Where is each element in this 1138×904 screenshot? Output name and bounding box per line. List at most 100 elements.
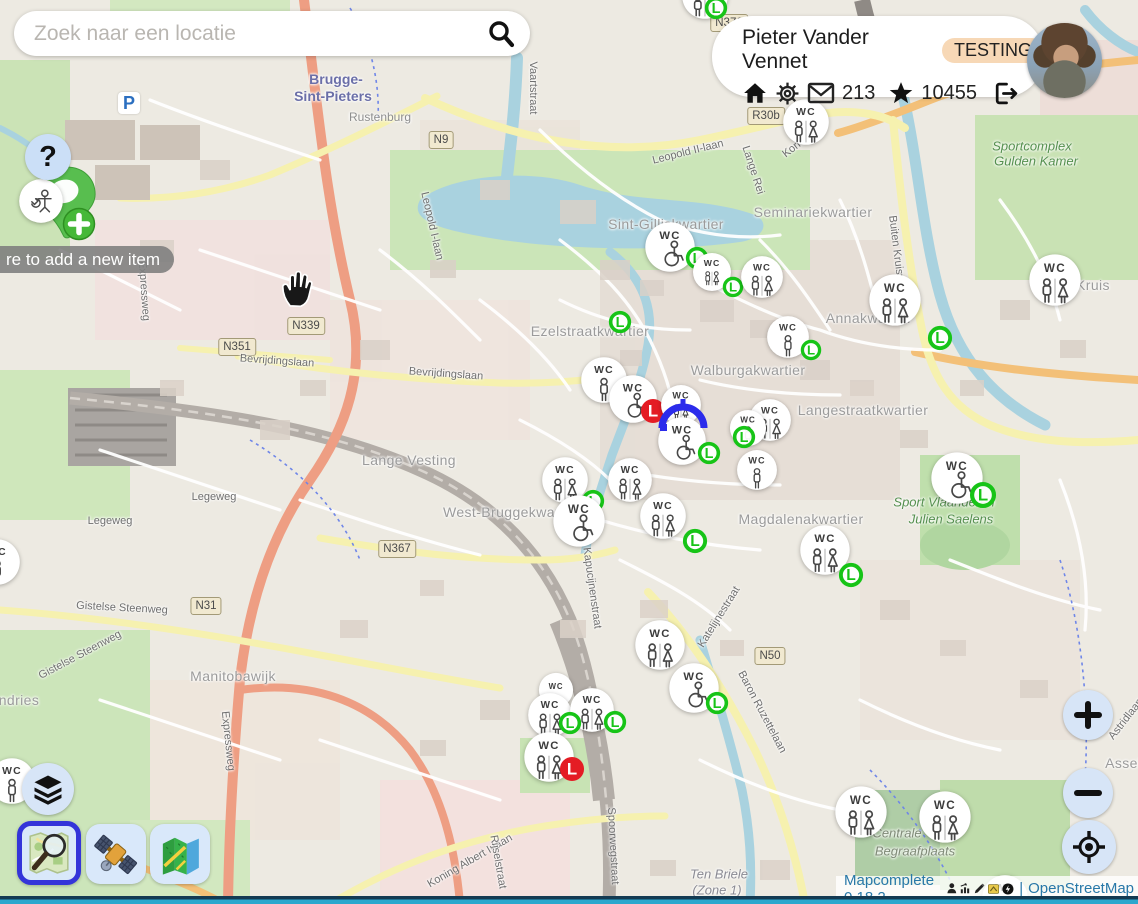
geolocate-button[interactable]	[1062, 820, 1116, 874]
toilet-pin-wheelchair[interactable]: WC	[552, 494, 606, 548]
zoom-in-button[interactable]	[1063, 690, 1113, 740]
svg-text:WC: WC	[1044, 262, 1066, 275]
osm-logo-icon[interactable]	[988, 882, 999, 896]
changesets-star-icon	[888, 80, 914, 106]
open-hours-badge[interactable]: L	[838, 562, 864, 588]
svg-text:WC: WC	[740, 415, 756, 424]
settings-gear-icon[interactable]	[775, 81, 800, 106]
open-hours-badge[interactable]: L	[704, 0, 728, 20]
help-button[interactable]: ?	[25, 134, 71, 180]
svg-text:WC: WC	[884, 282, 906, 295]
mapcomplete-app: Brugge-Sint-PietersRustenburgN9R30bN376N…	[0, 0, 1138, 904]
svg-text:L: L	[846, 567, 856, 584]
svg-text:WC: WC	[934, 799, 956, 812]
edit-pencil-icon[interactable]	[974, 881, 985, 896]
svg-text:WC: WC	[653, 501, 673, 512]
toilet-pin-mf[interactable]: WC	[1028, 253, 1082, 307]
toilet-pin-mf[interactable]: WC	[740, 255, 784, 299]
svg-text:WC: WC	[946, 460, 968, 473]
parking-icon: P	[118, 92, 140, 114]
toilet-pin-mf[interactable]: WC	[868, 273, 922, 327]
open-hours-badge[interactable]: L	[682, 528, 708, 554]
svg-text:L: L	[935, 330, 945, 347]
svg-text:WC: WC	[683, 671, 704, 683]
svg-text:WC: WC	[549, 682, 564, 691]
svg-text:WC: WC	[555, 465, 575, 476]
svg-text:WC: WC	[541, 700, 560, 711]
contributors-icon[interactable]	[947, 881, 957, 896]
svg-text:WC: WC	[583, 695, 602, 706]
layers-button[interactable]	[22, 763, 74, 815]
add-item-tooltip: re to add a new item	[0, 246, 174, 273]
user-avatar[interactable]	[1027, 23, 1102, 98]
open-hours-badge[interactable]: L	[800, 339, 822, 361]
crosshair-icon	[1072, 830, 1106, 864]
svg-text:WC: WC	[659, 230, 680, 242]
search-input[interactable]	[32, 21, 486, 47]
help-label: ?	[39, 141, 57, 174]
user-name[interactable]: Pieter Vander Vennet	[742, 26, 932, 74]
messages-count[interactable]: 213	[842, 82, 875, 105]
search-icon[interactable]	[486, 19, 516, 49]
svg-text:L: L	[729, 279, 737, 294]
closed-hours-badge[interactable]: L	[558, 755, 586, 783]
svg-text:WC: WC	[0, 547, 7, 558]
user-panel[interactable]: Pieter Vander Vennet TESTING 213 10455	[712, 16, 1044, 97]
svg-text:L: L	[611, 715, 620, 731]
theme-pin-repair[interactable]	[18, 178, 64, 224]
background-map-button[interactable]	[150, 824, 210, 884]
svg-text:WC: WC	[850, 794, 872, 807]
plus-add-icon[interactable]	[62, 207, 96, 241]
license-lightning-icon[interactable]	[1002, 881, 1014, 897]
svg-text:L: L	[705, 446, 714, 462]
toilet-pin-person[interactable]: WC	[736, 449, 778, 491]
svg-text:WC: WC	[568, 503, 590, 516]
background-satellite-button[interactable]	[86, 824, 146, 884]
selected-marker-highlight	[660, 396, 706, 434]
home-icon[interactable]	[742, 80, 768, 106]
svg-text:WC: WC	[796, 107, 816, 118]
svg-text:L: L	[567, 760, 577, 779]
svg-text:L: L	[616, 315, 625, 331]
attribution-separator: |	[1019, 880, 1023, 897]
svg-text:L: L	[978, 486, 988, 505]
toilet-pin-person[interactable]: WC	[0, 538, 21, 586]
toilet-pin-mf[interactable]: WC	[918, 790, 972, 844]
svg-text:L: L	[740, 430, 749, 446]
open-hours-badge[interactable]: L	[969, 481, 997, 509]
svg-text:WC: WC	[538, 740, 559, 752]
toilet-pin-mf[interactable]: WC	[834, 785, 888, 839]
svg-text:WC: WC	[704, 258, 720, 268]
zoom-out-button[interactable]	[1063, 768, 1113, 818]
bottom-accent-strip	[0, 896, 1138, 904]
svg-text:WC: WC	[2, 766, 22, 777]
toilet-pin-mf[interactable]: WC	[639, 492, 687, 540]
open-hours-badge[interactable]: L	[603, 710, 627, 734]
open-hours-badge[interactable]: L	[927, 325, 953, 351]
osm-map-magnifier-icon	[26, 830, 72, 876]
openstreetmap-link[interactable]: OpenStreetMap	[1028, 880, 1134, 897]
svg-text:WC: WC	[753, 262, 771, 273]
logout-icon[interactable]	[992, 81, 1019, 106]
satellite-icon	[92, 830, 140, 878]
messages-envelope-icon[interactable]	[807, 82, 835, 104]
layers-icon	[30, 771, 66, 807]
plus-icon	[1073, 700, 1103, 730]
background-osm-button[interactable]	[17, 821, 81, 885]
statistics-icon[interactable]	[960, 881, 971, 896]
open-hours-badge[interactable]: L	[697, 441, 721, 465]
open-hours-badge[interactable]: L	[732, 425, 756, 449]
minus-icon	[1073, 778, 1103, 808]
svg-text:L: L	[712, 1, 721, 17]
hand-cursor-icon	[279, 268, 315, 308]
svg-text:WC: WC	[623, 383, 644, 395]
open-hours-badge[interactable]: L	[705, 691, 729, 715]
svg-text:L: L	[807, 342, 815, 357]
search-bar[interactable]	[14, 11, 530, 56]
svg-text:WC: WC	[779, 322, 797, 333]
open-hours-badge[interactable]: L	[608, 310, 632, 334]
svg-text:WC: WC	[621, 465, 640, 476]
folded-map-icon	[156, 830, 204, 878]
changesets-count[interactable]: 10455	[921, 82, 977, 105]
svg-text:L: L	[713, 696, 722, 712]
